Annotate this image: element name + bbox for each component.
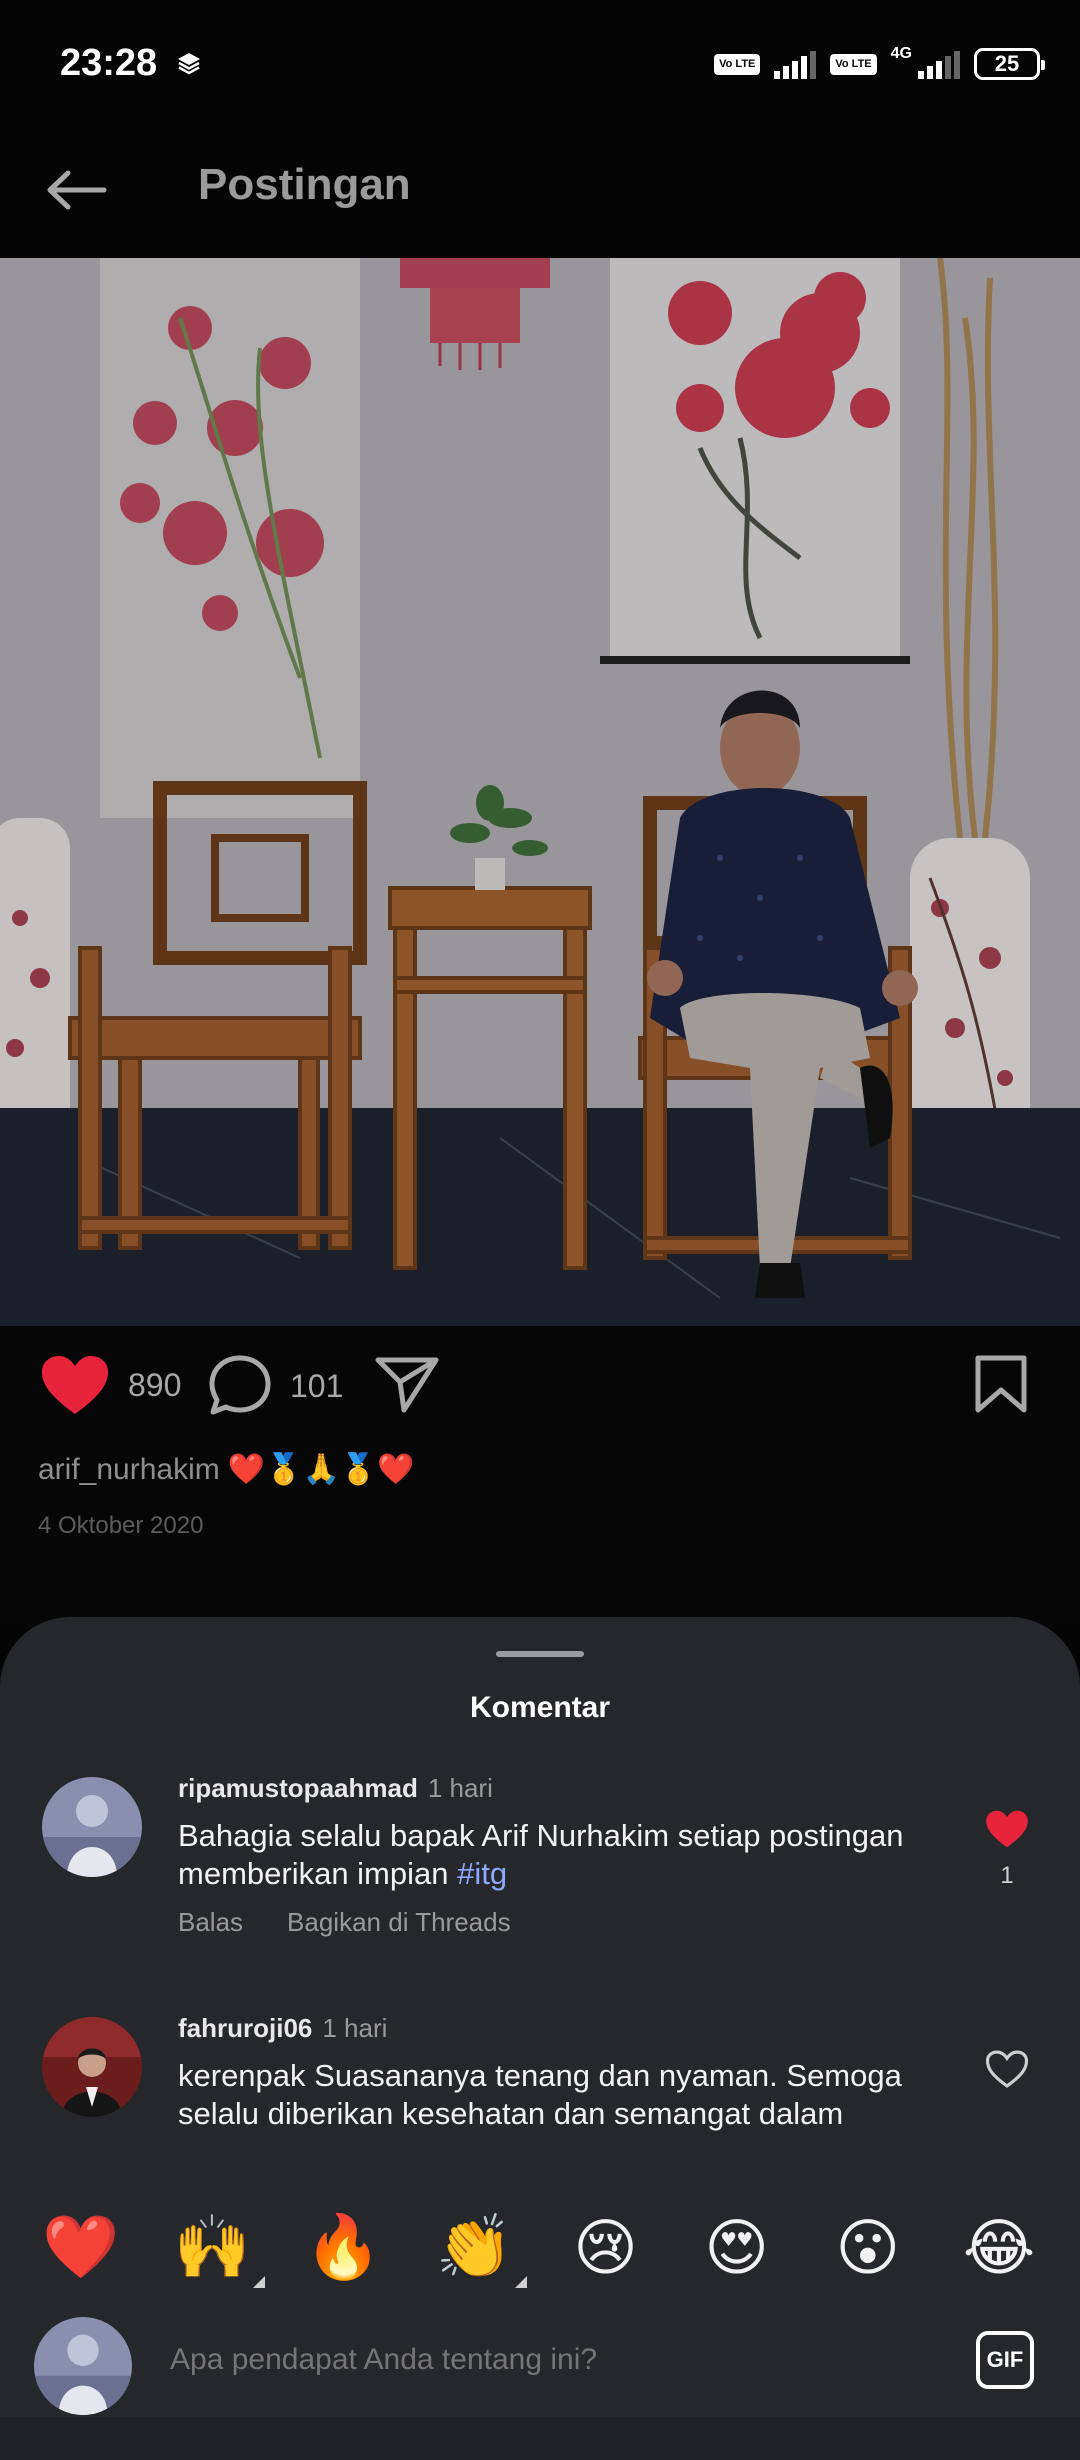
- status-bar: 23:28 Vo LTE Vo LTE 4G 25: [0, 0, 1080, 130]
- drag-handle[interactable]: [496, 1651, 584, 1657]
- gif-button[interactable]: GIF: [976, 2331, 1034, 2389]
- layers-icon: [178, 53, 200, 75]
- comment-action[interactable]: 101: [208, 1354, 343, 1418]
- emoji-heart-button[interactable]: ❤️: [36, 2210, 126, 2284]
- page-title: Postingan: [198, 160, 411, 209]
- arrow-left-icon: [47, 170, 107, 210]
- comment-text: kerenpak Suasananya tenang dan nyaman. S…: [178, 2058, 902, 2131]
- comment-meta: fahruroji06 1 hari: [178, 2013, 387, 2044]
- comment-like[interactable]: 1: [984, 1809, 1030, 1890]
- comment-like[interactable]: [984, 2049, 1030, 2094]
- post-caption: arif_nurhakim ❤️🥇🙏🥇❤️: [38, 1452, 415, 1487]
- post-date: 4 Oktober 2020: [38, 1512, 204, 1539]
- comment-text: Bahagia selalu bapak Arif Nurhakim setia…: [178, 1817, 938, 1893]
- avatar[interactable]: [42, 1777, 142, 1877]
- share-threads-button[interactable]: Bagikan di Threads: [287, 1907, 511, 1938]
- current-user-avatar: [34, 2317, 132, 2415]
- comment-actions: Balas Bagikan di Threads: [178, 1907, 511, 1938]
- save-action[interactable]: [974, 1354, 1028, 1414]
- comment-time: 1 hari: [322, 2013, 388, 2043]
- emoji-raised-hands-button[interactable]: 🙌: [167, 2210, 266, 2288]
- sheet-title: Komentar: [469, 1691, 611, 1724]
- heart-outline-icon[interactable]: [985, 2049, 1029, 2089]
- comment-bubble-icon[interactable]: [208, 1354, 272, 1418]
- send-icon[interactable]: [374, 1354, 440, 1414]
- comment-meta: ripamustopaahmad 1 hari: [178, 1773, 493, 1804]
- emoji-heart-eyes-button[interactable]: 😍: [692, 2211, 782, 2284]
- comment-input-row: GIF: [0, 2307, 1080, 2417]
- bookmark-icon[interactable]: [974, 1354, 1028, 1414]
- post-photo-illustration: [0, 258, 1080, 1326]
- status-indicators: Vo LTE Vo LTE 4G 25: [714, 44, 1045, 84]
- emoji-surprised-button[interactable]: 😮: [823, 2211, 913, 2284]
- likes-count[interactable]: 890: [128, 1367, 181, 1404]
- caption-text: ❤️🥇🙏🥇❤️: [227, 1453, 415, 1486]
- comments-count[interactable]: 101: [290, 1368, 343, 1405]
- heart-filled-icon[interactable]: [40, 1354, 110, 1416]
- status-time: 23:28: [60, 42, 158, 84]
- avatar[interactable]: [42, 2017, 142, 2117]
- post-actions: 890 101 arif_nurhakim ❤️🥇🙏🥇❤️ 4 Oktober …: [0, 1326, 1080, 1626]
- battery-icon: 25: [974, 48, 1045, 80]
- emoji-fire-button[interactable]: 🔥: [298, 2210, 388, 2284]
- back-button[interactable]: [40, 154, 112, 226]
- caption-username[interactable]: arif_nurhakim: [38, 1453, 220, 1487]
- share-action[interactable]: [374, 1354, 440, 1414]
- post-photo[interactable]: [0, 258, 1080, 1326]
- comment-username[interactable]: ripamustopaahmad: [178, 1773, 418, 1803]
- sheet-bottom: [0, 2417, 1080, 2460]
- comment-body: Bahagia selalu bapak Arif Nurhakim setia…: [178, 1818, 904, 1891]
- comment-like-count: 1: [1000, 1862, 1014, 1889]
- like-action[interactable]: 890: [40, 1354, 181, 1416]
- signal-strength-icon-2: [918, 49, 960, 79]
- signal-strength-icon-1: [774, 49, 817, 79]
- emoji-clap-button[interactable]: 👏: [429, 2210, 528, 2288]
- heart-filled-icon[interactable]: [985, 1809, 1029, 1849]
- comment-sheet: Komentar ripamustopaahmad 1 hari Bahagia …: [0, 1617, 1080, 2460]
- app-header: Postingan: [0, 130, 1080, 258]
- network-type: 4G: [890, 45, 912, 62]
- comment-input[interactable]: [170, 2343, 930, 2377]
- volte-badge-2: Vo LTE: [830, 53, 877, 75]
- comment-time: 1 hari: [427, 1773, 493, 1803]
- comment-username[interactable]: fahruroji06: [178, 2013, 312, 2043]
- emoji-sad-button[interactable]: 😢: [561, 2211, 651, 2284]
- emoji-quick-bar: ❤️ 🙌 🔥 👏 😢 😍 😮 😂: [0, 2187, 1080, 2307]
- hashtag-link[interactable]: #itg: [457, 1856, 507, 1891]
- reply-button[interactable]: Balas: [178, 1907, 243, 1938]
- volte-badge-1: Vo LTE: [714, 53, 761, 75]
- emoji-laughing-button[interactable]: 😂: [954, 2211, 1044, 2284]
